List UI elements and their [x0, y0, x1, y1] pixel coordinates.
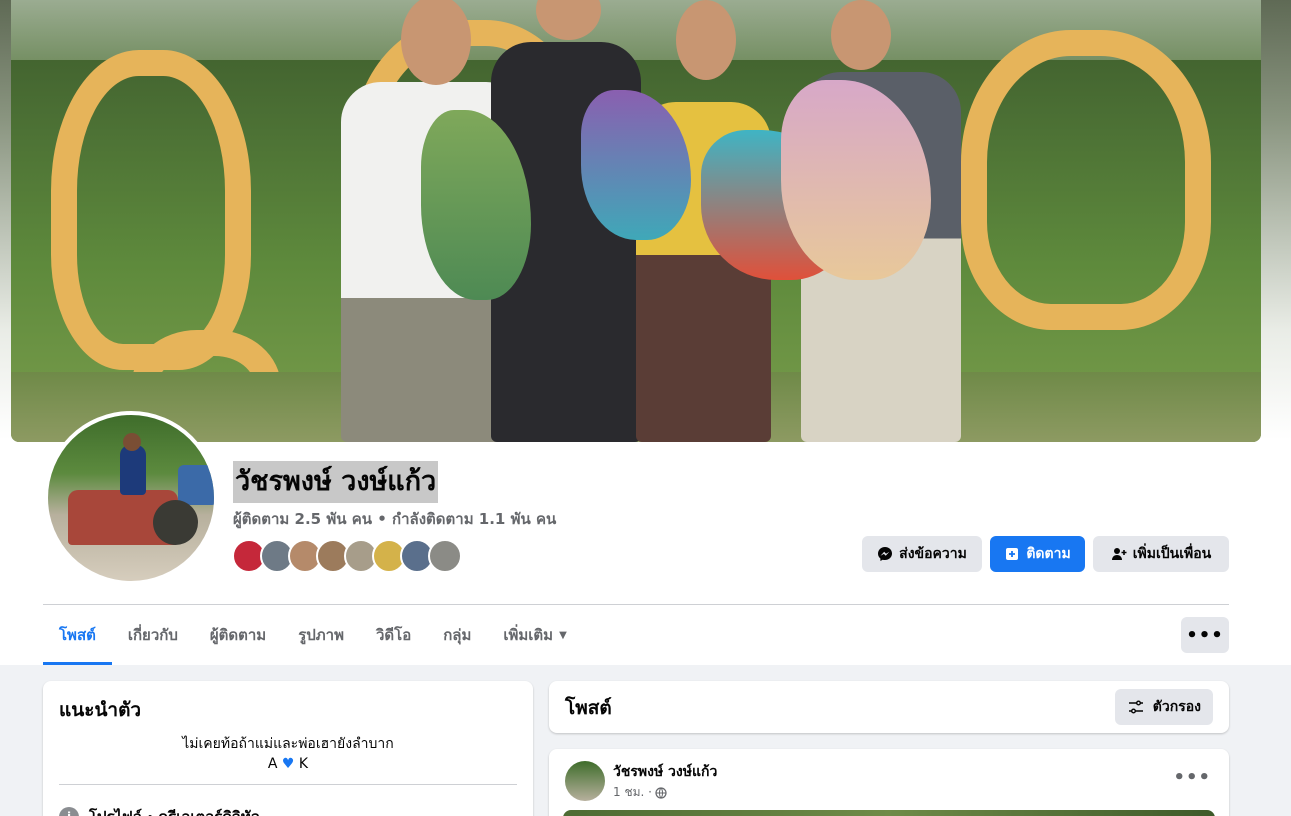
globe-icon [655, 786, 667, 799]
tab-followers[interactable]: ผู้ติดตาม [194, 605, 282, 665]
add-friend-label: เพิ่มเป็นเพื่อน [1132, 546, 1212, 562]
intro-bio: ไม่เคยท้อถ้าแม่และพ่อเฮายังลำบาก A ♥ K [182, 736, 394, 772]
mutual-friends-avatars[interactable] [232, 539, 462, 573]
add-friend-icon [1111, 548, 1127, 560]
post-image[interactable] [563, 810, 1215, 816]
cover-photo[interactable] [11, 0, 1261, 442]
follow-stats[interactable]: ผู้ติดตาม 2.5 พัน คน • กำลังติดตาม 1.1 พ… [233, 507, 556, 531]
post-menu-button[interactable]: ••• [1173, 767, 1211, 788]
friend-avatar[interactable] [428, 539, 462, 573]
info-icon: i [59, 807, 79, 816]
heart-icon: ♥ [277, 756, 299, 772]
filter-button[interactable]: ตัวกรอง [1114, 689, 1213, 725]
message-button[interactable]: ส่งข้อความ [862, 536, 982, 572]
post-author-name[interactable]: วัชรพงษ์ วงษ์แก้ว [613, 761, 717, 783]
posts-title: โพสต์ [565, 697, 612, 719]
tab-groups[interactable]: กลุ่ม [427, 605, 487, 665]
filter-icon [1128, 700, 1143, 714]
tab-videos[interactable]: วิดีโอ [360, 605, 427, 665]
tab-posts[interactable]: โพสต์ [43, 605, 112, 665]
intro-card: แนะนำตัว ไม่เคยท้อถ้าแม่และพ่อเฮายังลำบา… [43, 681, 533, 816]
profile-avatar[interactable] [48, 415, 214, 581]
caret-down-icon: ▼ [559, 629, 567, 641]
post-author-avatar[interactable] [565, 761, 605, 801]
messenger-icon [878, 547, 893, 561]
tab-about[interactable]: เกี่ยวกับ [112, 605, 194, 665]
add-friend-button[interactable]: เพิ่มเป็นเพื่อน [1093, 536, 1229, 572]
post-card: วัชรพงษ์ วงษ์แก้ว 1 ชม. · ••• [549, 749, 1229, 816]
post-timestamp[interactable]: 1 ชม. · [613, 783, 667, 802]
profile-more-button[interactable]: ••• [1181, 617, 1229, 653]
intro-divider [59, 784, 517, 785]
tab-more[interactable]: เพิ่มเติม ▼ [487, 605, 582, 665]
posts-header-card: โพสต์ ตัวกรอง [549, 681, 1229, 733]
tab-photos[interactable]: รูปภาพ [282, 605, 360, 665]
follow-button[interactable]: ติดตาม [990, 536, 1085, 572]
profile-name: วัชรพงษ์ วงษ์แก้ว [233, 461, 439, 503]
message-label: ส่งข้อความ [899, 546, 967, 562]
intro-info-row: i โปรไฟล์ · ครีเอเตอร์ดิจิทัล [59, 805, 260, 816]
follow-label: ติดตาม [1026, 546, 1071, 562]
follow-icon [1006, 548, 1019, 560]
intro-title: แนะนำตัว [59, 699, 142, 721]
profile-tabs: โพสต์ เกี่ยวกับ ผู้ติดตาม รูปภาพ วิดีโอ … [43, 605, 583, 665]
